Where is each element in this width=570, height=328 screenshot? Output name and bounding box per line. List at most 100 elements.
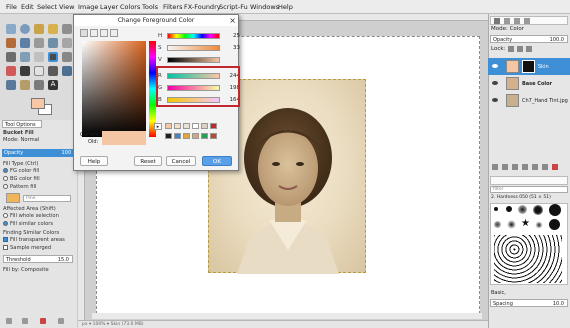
brush-icon[interactable] — [549, 219, 560, 230]
bucket-fill-tool-icon[interactable] — [48, 52, 58, 62]
duplicate-layer-icon[interactable] — [522, 164, 528, 170]
layer-opacity-slider[interactable]: Opacity 100.0 — [490, 35, 568, 43]
paths-tool-icon[interactable] — [20, 38, 30, 48]
clone-tool-icon[interactable] — [6, 80, 16, 90]
measure-tool-icon[interactable] — [62, 38, 72, 48]
history-swatch[interactable] — [174, 123, 181, 129]
history-swatch[interactable] — [210, 133, 217, 139]
text-tool-icon[interactable]: A — [48, 80, 58, 90]
fill-transparent-checkbox[interactable] — [3, 237, 8, 242]
foreground-color-swatch[interactable] — [31, 98, 45, 109]
reset-button[interactable]: Reset — [134, 156, 162, 166]
menu-file[interactable]: File — [6, 3, 17, 11]
layers-tab-icon[interactable] — [494, 18, 500, 24]
menu-image[interactable]: Image — [78, 3, 98, 11]
tab-tool-options[interactable]: Tool Options — [2, 120, 42, 128]
color-picker-tool-icon[interactable] — [34, 38, 44, 48]
pattern-fill-radio[interactable] — [3, 184, 8, 189]
reset-options-icon[interactable] — [58, 318, 64, 324]
lock-pixels-icon[interactable] — [508, 46, 514, 52]
spacing-slider[interactable]: Spacing 10.0 — [490, 299, 568, 307]
similar-colors-radio[interactable] — [3, 221, 8, 226]
new-layer-icon[interactable] — [492, 164, 498, 170]
layer-row[interactable]: Base Color — [488, 75, 570, 92]
s-value[interactable]: 33 — [224, 45, 240, 51]
zoom-tool-icon[interactable] — [48, 38, 58, 48]
menu-script-fu[interactable]: Script-Fu — [219, 3, 248, 11]
align-tool-icon[interactable] — [20, 52, 30, 62]
brush-icon[interactable] — [507, 220, 516, 229]
color-gradient-field[interactable] — [82, 41, 146, 137]
save-options-icon[interactable] — [6, 318, 12, 324]
bg-fill-radio[interactable] — [3, 176, 8, 181]
lock-position-icon[interactable] — [517, 46, 523, 52]
rotate-tool-icon[interactable] — [62, 52, 72, 62]
menu-view[interactable]: View — [59, 3, 74, 11]
texture-brushes[interactable] — [494, 235, 562, 283]
free-select-tool-icon[interactable] — [34, 24, 44, 34]
whole-selection-radio[interactable] — [3, 213, 8, 218]
scissors-tool-icon[interactable] — [6, 38, 16, 48]
menu-layer[interactable]: Layer — [100, 3, 118, 11]
brush-icon[interactable] — [518, 205, 527, 214]
history-swatch[interactable] — [201, 133, 208, 139]
history-swatch[interactable] — [165, 133, 172, 139]
wheel-tab-icon[interactable] — [110, 29, 118, 37]
watercolor-tab-icon[interactable] — [100, 29, 108, 37]
layer-row[interactable]: Ch7_Hand Tint.jpg — [488, 92, 570, 109]
star-brush-icon[interactable]: ★ — [521, 219, 530, 229]
h-value[interactable]: 25 — [224, 33, 240, 39]
crop-tool-icon[interactable] — [34, 52, 44, 62]
mask-layer-icon[interactable] — [542, 164, 548, 170]
menu-select[interactable]: Select — [37, 3, 57, 11]
brush-icon[interactable] — [535, 221, 543, 229]
fuzzy-select-tool-icon[interactable] — [48, 24, 58, 34]
brushes-tabs[interactable] — [490, 176, 568, 185]
history-swatch[interactable] — [201, 123, 208, 129]
menu-windows[interactable]: Windows — [250, 3, 279, 11]
v-slider[interactable] — [167, 57, 220, 63]
brush-icon[interactable] — [549, 204, 561, 216]
brush-grid[interactable]: ★ — [490, 203, 568, 285]
sample-merged-checkbox[interactable] — [3, 245, 8, 250]
ok-button[interactable]: OK — [202, 156, 232, 166]
history-arrow-icon[interactable]: ▸ — [154, 123, 162, 130]
menu-colors[interactable]: Colors — [120, 3, 140, 11]
brush-icon[interactable] — [494, 207, 498, 211]
pattern-name-field[interactable]: Pine — [23, 195, 71, 202]
delete-layer-icon[interactable] — [552, 164, 558, 170]
fill-by-select[interactable]: Fill by: Composite — [3, 267, 49, 273]
menu-filters[interactable]: Filters — [163, 3, 182, 11]
horizontal-scrollbar[interactable] — [92, 313, 482, 319]
visibility-eye-icon[interactable] — [492, 98, 498, 102]
history-swatch[interactable] — [165, 123, 172, 129]
cmyk-tab-icon[interactable] — [90, 29, 98, 37]
anchor-layer-icon[interactable] — [532, 164, 538, 170]
layer-row[interactable]: Skin — [488, 58, 570, 75]
history-swatch[interactable] — [192, 123, 199, 129]
ink-tool-icon[interactable] — [62, 66, 72, 76]
visibility-eye-icon[interactable] — [492, 81, 498, 85]
menu-edit[interactable]: Edit — [21, 3, 34, 11]
paths-tab-icon[interactable] — [514, 18, 520, 24]
channels-tab-icon[interactable] — [504, 18, 510, 24]
history-swatch[interactable] — [183, 133, 190, 139]
close-icon[interactable]: × — [229, 16, 236, 25]
lower-layer-icon[interactable] — [512, 164, 518, 170]
dodge-burn-tool-icon[interactable] — [34, 80, 44, 90]
smudge-tool-icon[interactable] — [20, 80, 30, 90]
history-swatch[interactable] — [174, 133, 181, 139]
s-slider[interactable] — [167, 45, 220, 51]
gimp-selector-tab-icon[interactable] — [80, 29, 88, 37]
brush-icon[interactable] — [494, 221, 501, 228]
menu-tools[interactable]: Tools — [142, 3, 158, 11]
layer-mode-select[interactable]: Mode: Color — [491, 26, 524, 32]
raise-layer-icon[interactable] — [502, 164, 508, 170]
mode-select[interactable]: Mode: Normal — [3, 137, 39, 143]
threshold-slider[interactable]: Threshold 15.0 — [3, 255, 73, 263]
rect-select-tool-icon[interactable] — [6, 24, 16, 34]
history-swatch[interactable] — [192, 133, 199, 139]
history-swatch[interactable] — [183, 123, 190, 129]
paintbrush-tool-icon[interactable] — [20, 66, 30, 76]
move-tool-icon[interactable] — [6, 52, 16, 62]
